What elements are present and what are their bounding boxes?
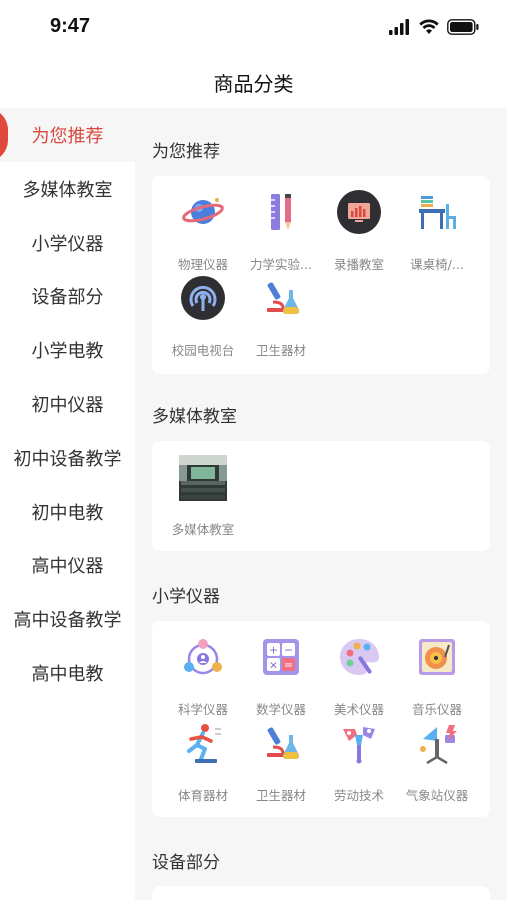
grid-item[interactable]: 气象站仪器 bbox=[397, 721, 477, 803]
section-card-recommend: 物理仪器 力学实验... 录播教室 课桌椅/... 校园电视台 卫生器材 bbox=[152, 176, 490, 374]
svg-text:−: − bbox=[284, 644, 293, 657]
planet-icon bbox=[182, 198, 224, 224]
sidebar-item-label: 初中设备教学 bbox=[13, 449, 122, 470]
sidebar-item-label: 高中设备教学 bbox=[13, 610, 122, 631]
section-title: 小学仪器 bbox=[152, 587, 220, 607]
sidebar-item-junior-av[interactable]: 初中电教 bbox=[0, 485, 135, 539]
sidebar-item-senior-av[interactable]: 高中电教 bbox=[0, 646, 135, 700]
nav-bar: 商品分类 bbox=[0, 56, 507, 108]
calculator-icon: + − × = bbox=[263, 639, 299, 675]
broadcast-icon bbox=[181, 276, 225, 320]
microscope-icon bbox=[267, 727, 300, 759]
grid-item[interactable]: 卫生器材 bbox=[241, 721, 321, 803]
desk-chair-icon bbox=[419, 196, 456, 229]
grid-item-label: 数学仪器 bbox=[255, 702, 306, 717]
section-card-multimedia: 多媒体教室 bbox=[152, 441, 490, 551]
sidebar-item-label: 小学电教 bbox=[31, 341, 104, 362]
grid-item[interactable]: 力学实验... bbox=[241, 190, 321, 272]
science-network-icon bbox=[184, 639, 222, 675]
category-sidebar: 为您推荐 多媒体教室 小学仪器 设备部分 小学电教 初中仪器 初中设备教学 初中… bbox=[0, 108, 135, 900]
status-bar: 9:47 bbox=[0, 0, 507, 56]
classroom-photo bbox=[179, 455, 227, 501]
grid-item-label: 劳动技术 bbox=[333, 788, 384, 803]
section-title: 多媒体教室 bbox=[152, 407, 237, 427]
grid-item[interactable]: 科学仪器 bbox=[163, 635, 243, 717]
grid-item-label: 美术仪器 bbox=[333, 702, 384, 717]
section-title: 为您推荐 bbox=[152, 142, 220, 162]
grid-item-label: 物理仪器 bbox=[177, 257, 228, 272]
tools-icon bbox=[343, 727, 375, 764]
status-icons bbox=[389, 19, 479, 35]
grid-item-label: 卫生器材 bbox=[255, 788, 306, 803]
grid-item[interactable]: 音乐仪器 bbox=[397, 635, 477, 717]
weather-station-icon bbox=[420, 725, 457, 765]
record-player-icon bbox=[419, 639, 455, 675]
section-title: 设备部分 bbox=[152, 853, 220, 873]
grid-item-label: 力学实验... bbox=[250, 257, 312, 272]
wifi-icon bbox=[419, 19, 439, 34]
grid-item-label: 科学仪器 bbox=[177, 702, 228, 717]
grid-item[interactable]: 多媒体教室 bbox=[163, 455, 243, 537]
signal-icon bbox=[389, 19, 409, 35]
battery-icon bbox=[447, 19, 479, 35]
grid-item-label: 音乐仪器 bbox=[411, 702, 462, 717]
grid-item[interactable]: 录播教室 bbox=[319, 190, 399, 272]
svg-text:+: + bbox=[269, 644, 278, 657]
svg-text:=: = bbox=[284, 659, 293, 672]
sidebar-item-senior-instruments[interactable]: 高中仪器 bbox=[0, 538, 135, 592]
section-card-primary-instruments: 科学仪器 + − × = 数学仪器 美术仪器 音乐仪器 体育器材 卫生器材 劳动… bbox=[152, 621, 490, 817]
svg-text:×: × bbox=[269, 659, 278, 672]
grid-item-label: 多媒体教室 bbox=[171, 522, 235, 537]
sidebar-item-label: 初中仪器 bbox=[31, 395, 104, 416]
sidebar-item-recommend[interactable]: 为您推荐 bbox=[0, 108, 135, 162]
page-title: 商品分类 bbox=[213, 72, 294, 96]
grid-item-label: 课桌椅/... bbox=[410, 257, 464, 272]
grid-item-label: 录播教室 bbox=[333, 257, 384, 272]
sidebar-item-primary-instruments[interactable]: 小学仪器 bbox=[0, 216, 135, 270]
microscope-icon bbox=[267, 282, 300, 314]
grid-item[interactable]: 课桌椅/... bbox=[397, 190, 477, 272]
grid-item-label: 校园电视台 bbox=[171, 343, 235, 358]
sidebar-item-junior-instruments[interactable]: 初中仪器 bbox=[0, 377, 135, 431]
runner-icon bbox=[187, 724, 221, 763]
sidebar-item-primary-av[interactable]: 小学电教 bbox=[0, 323, 135, 377]
grid-item[interactable]: + − × = 数学仪器 bbox=[241, 635, 321, 717]
sidebar-item-label: 小学仪器 bbox=[31, 234, 104, 255]
grid-item-label: 卫生器材 bbox=[255, 343, 306, 358]
palette-icon bbox=[340, 639, 379, 675]
grid-item[interactable]: 物理仪器 bbox=[163, 190, 243, 272]
sidebar-item-label: 设备部分 bbox=[31, 287, 104, 308]
recording-screen-icon bbox=[337, 190, 381, 234]
sidebar-item-label: 初中电教 bbox=[31, 503, 104, 524]
grid-item-label: 气象站仪器 bbox=[405, 788, 469, 803]
sidebar-item-senior-equipment[interactable]: 高中设备教学 bbox=[0, 592, 135, 646]
sidebar-item-junior-equipment[interactable]: 初中设备教学 bbox=[0, 431, 135, 485]
grid-item[interactable]: 卫生器材 bbox=[241, 276, 321, 358]
pencil-ruler-icon bbox=[271, 194, 291, 230]
category-content: 为您推荐 物理仪器 力学实验... 录播教室 课桌椅/... 校园电视台 卫生器… bbox=[135, 108, 507, 900]
sidebar-item-multimedia[interactable]: 多媒体教室 bbox=[0, 162, 135, 216]
grid-item[interactable]: 校园电视台 bbox=[163, 276, 243, 358]
section-card-equipment bbox=[152, 886, 490, 900]
grid-item[interactable]: 体育器材 bbox=[163, 721, 243, 803]
grid-item[interactable]: 劳动技术 bbox=[319, 721, 399, 803]
grid-item[interactable]: 美术仪器 bbox=[319, 635, 399, 717]
grid-item-label: 体育器材 bbox=[177, 788, 228, 803]
sidebar-item-equipment[interactable]: 设备部分 bbox=[0, 269, 135, 323]
status-time: 9:47 bbox=[50, 15, 91, 37]
sidebar-item-label: 多媒体教室 bbox=[22, 180, 113, 201]
sidebar-item-label: 高中仪器 bbox=[31, 556, 104, 577]
sidebar-item-label: 为您推荐 bbox=[31, 126, 104, 147]
active-indicator bbox=[0, 108, 8, 162]
sidebar-item-label: 高中电教 bbox=[31, 664, 104, 685]
